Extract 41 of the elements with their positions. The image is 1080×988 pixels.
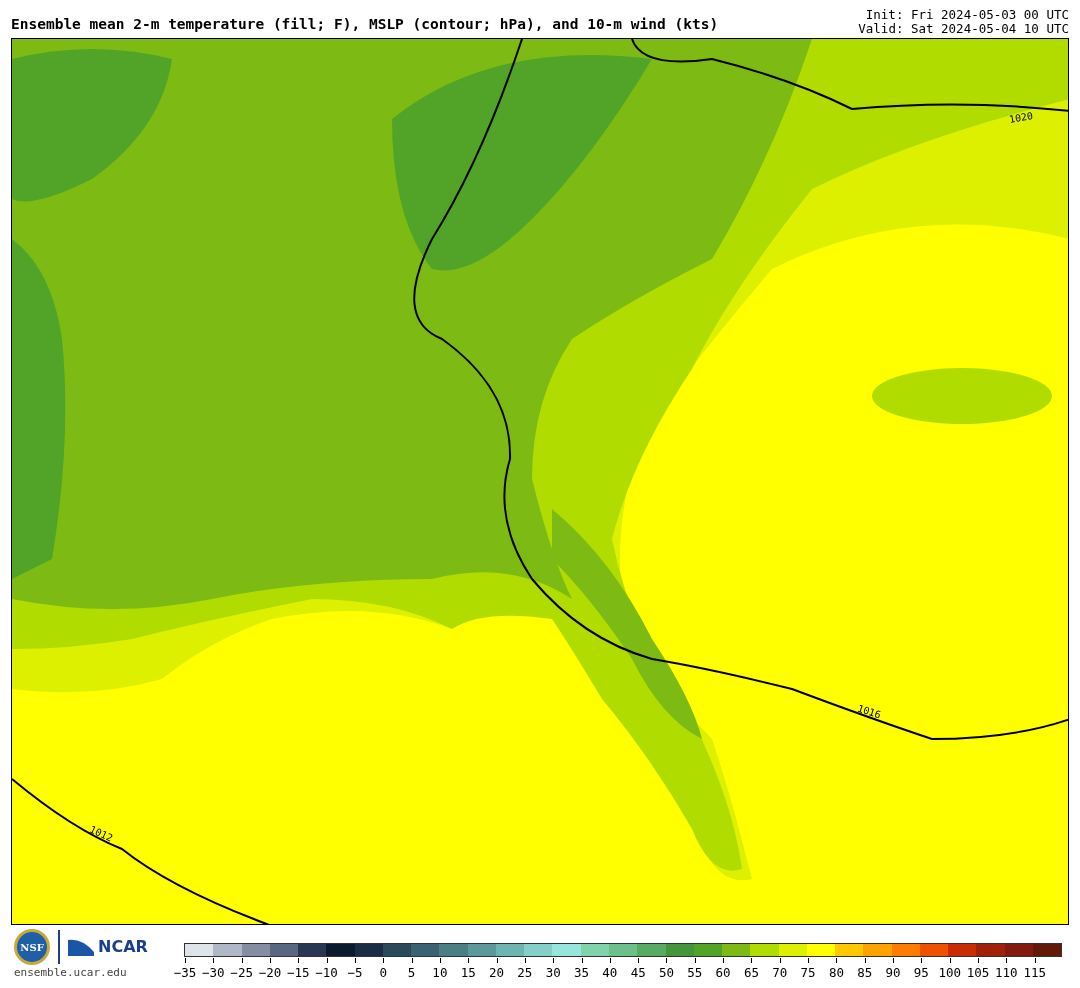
colorbar-label: −15 [287, 964, 310, 982]
contour-label: 1020 [1008, 111, 1034, 125]
colorbar-label: 95 [913, 964, 929, 982]
colorbar-label: 5 [407, 964, 416, 982]
colorbar-label: 115 [1023, 964, 1046, 982]
colorbar-label: 25 [517, 964, 533, 982]
colorbar-label: −35 [173, 964, 197, 982]
contour-label: 1016 [856, 703, 883, 721]
swoosh-icon [68, 938, 94, 956]
ncar-logo-text: NCAR [98, 936, 148, 958]
colorbar-label: 45 [630, 964, 646, 982]
chart-title: Ensemble mean 2-m temperature (fill; F), MSLP (contour; hPa), and 10-m wind (kts) [11, 15, 719, 34]
colorbar-label: 40 [602, 964, 618, 982]
colorbar-label: 10 [432, 964, 448, 982]
colorbar-label: 30 [545, 964, 561, 982]
colorbar-label: 75 [800, 964, 816, 982]
colorbar-label: −30 [202, 964, 225, 982]
colorbar-label: 105 [966, 964, 990, 982]
colorbar-label: 15 [460, 964, 476, 982]
colorbar-label: −25 [230, 964, 253, 982]
colorbar-label: 80 [828, 964, 844, 982]
colorbar-label: 60 [715, 964, 731, 982]
colorbar-label: 100 [938, 964, 961, 982]
nsf-seal-logo: NSF [14, 929, 50, 965]
colorbar-label: 70 [772, 964, 788, 982]
colorbar-label: 65 [743, 964, 759, 982]
valid-time: Valid: Sat 2024-05-04 10 UTC [858, 22, 1069, 36]
colorbar-label: 85 [857, 964, 873, 982]
colorbar-label: 35 [574, 964, 590, 982]
colorbar-label: 0 [379, 964, 387, 982]
colorbar-label: −5 [347, 964, 363, 982]
colorbar-label: 110 [995, 964, 1018, 982]
init-time: Init: Fri 2024-05-03 00 UTC [864, 8, 1069, 22]
colorbar-label: 55 [687, 964, 703, 982]
colorbar-label: −20 [258, 964, 282, 982]
colorbar-label: −10 [315, 964, 338, 982]
contour-label: 1012 [88, 824, 115, 844]
colorbar-label: 20 [489, 964, 505, 982]
colorbar-label: 50 [658, 964, 674, 982]
colorbar-label: 90 [885, 964, 901, 982]
site-url: ensemble.ucar.edu [14, 965, 128, 981]
